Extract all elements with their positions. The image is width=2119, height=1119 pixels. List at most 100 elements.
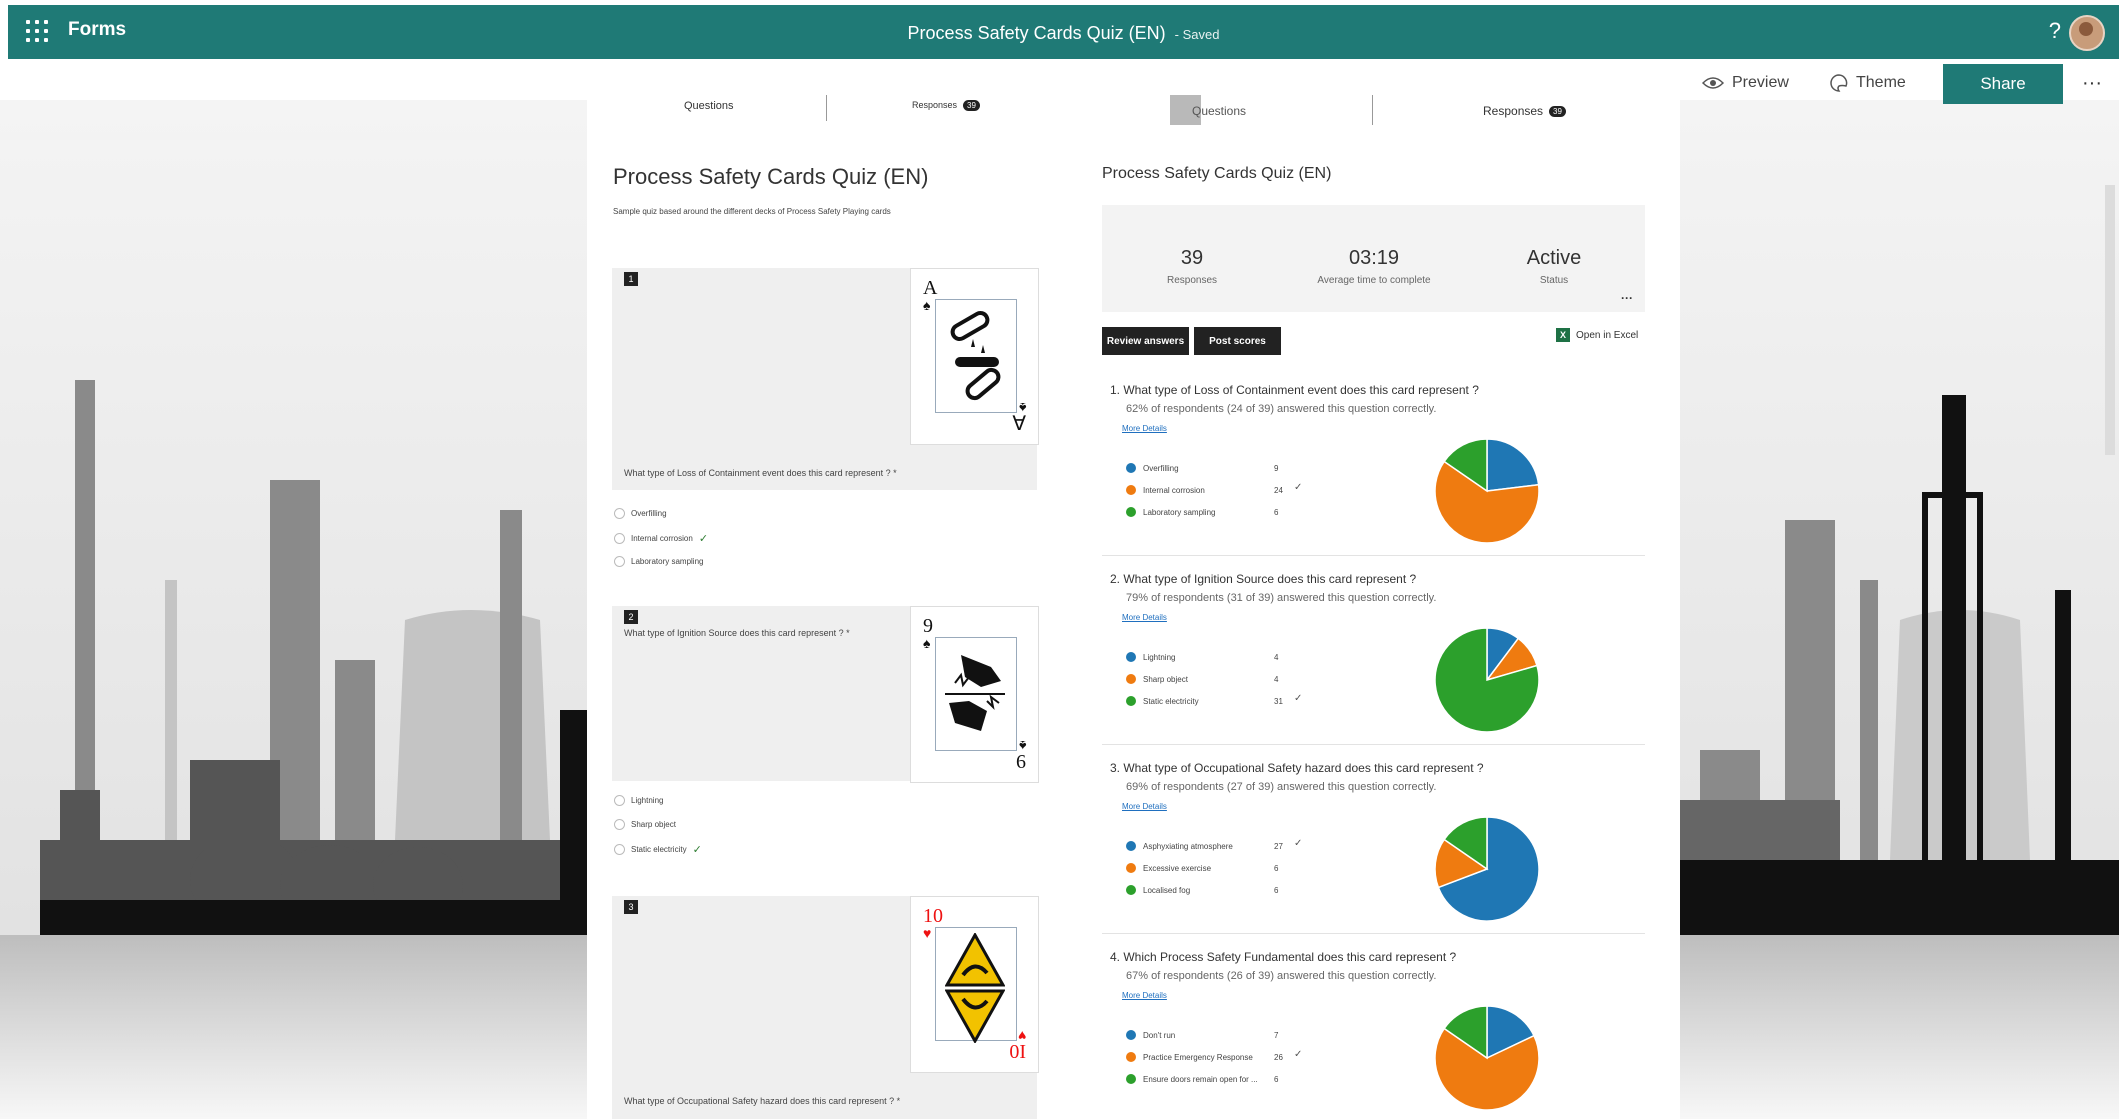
legend-row: Static electricity 31 ✓ [1126, 693, 1302, 707]
legend-row: Internal corrosion 24 ✓ [1126, 482, 1302, 496]
option-radio[interactable]: Static electricity ✓ [614, 843, 702, 856]
theme-button[interactable]: Theme [1830, 74, 1906, 92]
option-radio[interactable]: Laboratory sampling [614, 556, 703, 567]
question-card-2[interactable]: 2 What type of Ignition Source does this… [612, 606, 1039, 783]
card-suit-rotated: ♠ [1018, 738, 1026, 754]
pie-chart [1434, 627, 1540, 733]
theme-label: Theme [1856, 74, 1906, 91]
preview-button[interactable]: Preview [1702, 74, 1789, 92]
option-radio[interactable]: Internal corrosion ✓ [614, 532, 708, 545]
option-label: Lightning [631, 796, 664, 805]
legend-label: Don't run [1143, 1030, 1176, 1040]
checkmark-icon: ✓ [1294, 693, 1303, 704]
card-suit: ♠ [923, 635, 931, 651]
legend-count: 9 [1274, 463, 1279, 473]
legend-count: 4 [1274, 674, 1279, 684]
question-text: What type of Ignition Source does this c… [624, 628, 850, 638]
radio-button[interactable] [614, 533, 625, 544]
legend-dot [1126, 863, 1136, 873]
post-scores-button[interactable]: Post scores [1194, 327, 1281, 355]
legend-row: Laboratory sampling 6 [1126, 506, 1278, 518]
legend-count: 6 [1274, 863, 1279, 873]
tab-questions[interactable]: Questions [1192, 104, 1246, 118]
warning-sign-pictogram-icon [945, 933, 1005, 1043]
stat-avg-time-value: 03:19 [1348, 247, 1400, 269]
response-question-title: 2. What type of Ignition Source does thi… [1110, 572, 1417, 586]
legend-row: Sharp object 4 [1126, 673, 1278, 685]
legend-dot [1126, 885, 1136, 895]
tab-responses[interactable]: Responses 39 [1483, 104, 1566, 118]
stats-more-button[interactable]: ··· [1621, 291, 1633, 305]
share-button[interactable]: Share [1943, 64, 2063, 104]
question-card-1[interactable]: 1 What type of Loss of Containment event… [612, 268, 1039, 490]
legend-dot [1126, 841, 1136, 851]
radio-button[interactable] [614, 556, 625, 567]
more-details-link[interactable]: More Details [1122, 802, 1167, 811]
legend-dot [1126, 1074, 1136, 1084]
radio-button[interactable] [614, 795, 625, 806]
option-label: Laboratory sampling [631, 557, 704, 566]
avatar[interactable] [2069, 15, 2105, 51]
response-question-title: 4. Which Process Safety Fundamental does… [1110, 950, 1457, 964]
review-answers-button[interactable]: Review answers [1102, 327, 1189, 355]
checkmark-icon: ✓ [692, 844, 702, 856]
more-details-link[interactable]: More Details [1122, 991, 1167, 1000]
legend-dot [1126, 1030, 1136, 1040]
legend-dot [1126, 463, 1136, 473]
option-radio[interactable]: Lightning [614, 795, 663, 806]
response-question-title: 1. What type of Loss of Containment even… [1110, 383, 1479, 397]
card-suit-rotated: ♥ [1017, 1028, 1026, 1044]
responses-count-badge: 39 [963, 100, 980, 112]
tab-questions[interactable]: Questions [684, 100, 734, 112]
app-header: Forms Process Safety Cards Quiz (EN) - S… [8, 5, 2119, 59]
tab-questions-label: Questions [1192, 104, 1247, 118]
radio-button[interactable] [614, 844, 625, 855]
stat-status-label: Status [1539, 275, 1569, 286]
more-details-link[interactable]: More Details [1122, 613, 1167, 622]
option-radio[interactable]: Sharp object [614, 819, 676, 830]
legend-count: 6 [1274, 507, 1279, 517]
tab-responses-label: Responses [1483, 104, 1544, 118]
question-number: 1 [624, 272, 638, 286]
open-in-excel-button[interactable]: X Open in Excel [1556, 328, 1638, 342]
option-label: Internal corrosion [631, 534, 693, 543]
legend-count: 24 [1274, 485, 1283, 495]
tab-responses[interactable]: Responses 39 [912, 100, 980, 112]
response-question-summary: 67% of respondents (26 of 39) answered t… [1126, 970, 1437, 982]
legend-count: 7 [1274, 1030, 1279, 1040]
legend-count: 27 [1274, 841, 1283, 851]
legend-row: Don't run 7 [1126, 1029, 1278, 1041]
legend-row: Ensure doors remain open for ... 6 [1126, 1073, 1278, 1085]
scrollbar[interactable] [2105, 185, 2115, 455]
legend-label: Laboratory sampling [1143, 507, 1216, 517]
more-details-link[interactable]: More Details [1122, 424, 1167, 433]
option-label: Sharp object [631, 820, 676, 829]
question-number: 3 [624, 900, 638, 914]
form-title: Process Safety Cards Quiz (EN) [1102, 165, 1332, 182]
tab-divider [826, 95, 827, 121]
stat-avg-time-label: Average time to complete [1317, 275, 1431, 286]
divider [1102, 555, 1645, 556]
pie-slice [1486, 438, 1540, 492]
more-options-button[interactable]: ··· [2082, 72, 2102, 95]
radio-button[interactable] [614, 508, 625, 519]
checkmark-icon: ✓ [1294, 838, 1303, 849]
response-question-summary: 69% of respondents (27 of 39) answered t… [1126, 781, 1437, 793]
legend-row: Practice Emergency Response 26 ✓ [1126, 1049, 1302, 1063]
palette-icon [1830, 74, 1848, 92]
question-card-3[interactable]: 3 What type of Occupational Safety hazar… [612, 896, 1039, 1119]
legend-label: Practice Emergency Response [1143, 1052, 1253, 1062]
option-radio[interactable]: Overfilling [614, 508, 667, 519]
legend-label: Static electricity [1143, 696, 1199, 706]
legend-dot [1126, 696, 1136, 706]
help-icon[interactable]: ? [2049, 18, 2061, 44]
legend-dot [1126, 485, 1136, 495]
card-suit: ♠ [923, 297, 931, 313]
playing-card-image: 9 ♠ 6 ♠ [910, 606, 1039, 783]
legend-label: Ensure doors remain open for ... [1143, 1074, 1258, 1084]
excel-icon: X [1556, 328, 1570, 342]
legend-count: 4 [1274, 652, 1279, 662]
document-title[interactable]: Process Safety Cards Quiz (EN) - Saved [8, 23, 2119, 44]
legend-row: Excessive exercise 6 [1126, 862, 1278, 874]
radio-button[interactable] [614, 819, 625, 830]
